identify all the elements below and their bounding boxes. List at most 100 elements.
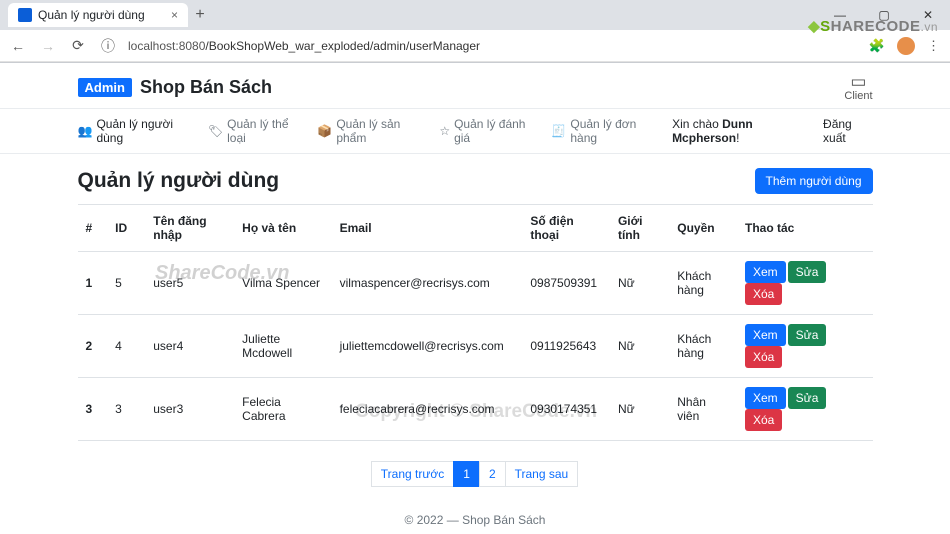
- url-host: localhost:8080: [128, 39, 205, 53]
- cell-gender: Nữ: [610, 315, 669, 378]
- delete-button[interactable]: Xóa: [745, 283, 782, 305]
- cell-name: Juliette Mcdowell: [234, 315, 331, 378]
- delete-button[interactable]: Xóa: [745, 346, 782, 368]
- brand: Admin Shop Bán Sách: [78, 77, 272, 98]
- view-button[interactable]: Xem: [745, 261, 786, 283]
- cell-email: vilmaspencer@recrisys.com: [332, 252, 523, 315]
- minimize-button[interactable]: —: [818, 0, 862, 30]
- table-row: 15user5Vilma Spencervilmaspencer@recrisy…: [78, 252, 873, 315]
- view-button[interactable]: Xem: [745, 387, 786, 409]
- edit-button[interactable]: Sửa: [788, 261, 827, 283]
- nav-icon: ☆: [439, 124, 450, 138]
- col-header: Quyền: [669, 205, 737, 252]
- cell-phone: 0911925643: [522, 315, 610, 378]
- edit-button[interactable]: Sửa: [788, 324, 827, 346]
- cell-phone: 0987509391: [522, 252, 610, 315]
- window-icon: ▭: [844, 73, 872, 90]
- maximize-button[interactable]: ▢: [862, 0, 906, 30]
- client-link[interactable]: ▭ Client: [844, 73, 872, 102]
- profile-avatar-icon[interactable]: [897, 37, 915, 55]
- browser-menu-icon[interactable]: ⋮: [927, 38, 940, 54]
- page-next[interactable]: Trang sau: [505, 461, 579, 487]
- cell-name: Vilma Spencer: [234, 252, 331, 315]
- nav-icon: 👥: [78, 124, 93, 138]
- cell-gender: Nữ: [610, 378, 669, 441]
- view-button[interactable]: Xem: [745, 324, 786, 346]
- nav-icon: 🏷: [208, 124, 223, 138]
- back-button[interactable]: ←: [8, 38, 28, 54]
- col-header: ID: [107, 205, 145, 252]
- nav-item-1[interactable]: 🏷 Quản lý thể loại: [208, 117, 301, 145]
- cell-role: Nhân viên: [669, 378, 737, 441]
- cell-idx: 3: [78, 378, 108, 441]
- pagination: Trang trước 1 2 Trang sau: [0, 449, 950, 499]
- new-tab-button[interactable]: +: [188, 3, 212, 27]
- nav-label: Quản lý thể loại: [227, 117, 301, 145]
- page-1[interactable]: 1: [453, 461, 480, 487]
- page-content: Admin Shop Bán Sách ▭ Client 👥Quản lý ng…: [0, 63, 950, 534]
- cell-role: Khách hàng: [669, 252, 737, 315]
- cell-id: 3: [107, 378, 145, 441]
- nav-label: Quản lý sản phẩm: [336, 117, 423, 145]
- users-table: #IDTên đăng nhậpHọ và tênEmailSố điện th…: [78, 204, 873, 441]
- admin-badge: Admin: [78, 78, 132, 97]
- close-window-button[interactable]: ✕: [906, 0, 950, 30]
- cell-idx: 1: [78, 252, 108, 315]
- extension-icon[interactable]: 🧩: [869, 38, 885, 54]
- cell-email: juliettemcdowell@recrisys.com: [332, 315, 523, 378]
- page-title: Quản lý người dùng: [78, 169, 280, 193]
- cell-id: 5: [107, 252, 145, 315]
- cell-user: user5: [145, 252, 234, 315]
- cell-actions: XemSửa Xóa: [737, 315, 873, 378]
- nav-item-2[interactable]: 📦Quản lý sản phẩm: [317, 117, 423, 145]
- window-controls: — ▢ ✕: [818, 0, 950, 30]
- page-2[interactable]: 2: [479, 461, 506, 487]
- table-row: 24user4Juliette Mcdowelljuliettemcdowell…: [78, 315, 873, 378]
- cell-user: user3: [145, 378, 234, 441]
- cell-id: 4: [107, 315, 145, 378]
- address-bar[interactable]: localhost:8080/BookShopWeb_war_exploded/…: [128, 39, 480, 53]
- nav-label: Quản lý đơn hàng: [570, 117, 656, 145]
- table-row: 33user3Felecia Cabrerafeleciacabrera@rec…: [78, 378, 873, 441]
- col-header: Giới tính: [610, 205, 669, 252]
- cell-phone: 0930174351: [522, 378, 610, 441]
- logout-link[interactable]: Đăng xuất: [823, 117, 872, 145]
- col-header: #: [78, 205, 108, 252]
- page-prev[interactable]: Trang trước: [371, 461, 454, 487]
- col-header: Họ và tên: [234, 205, 331, 252]
- nav-item-0[interactable]: 👥Quản lý người dùng: [78, 117, 192, 145]
- cell-email: feleciacabrera@recrisys.com: [332, 378, 523, 441]
- reload-button[interactable]: ⟳: [68, 37, 88, 54]
- col-header: Tên đăng nhập: [145, 205, 234, 252]
- browser-chrome: Quản lý người dùng × + — ▢ ✕ ← → ⟳ ⓘ loc…: [0, 0, 950, 63]
- nav-label: Quản lý đánh giá: [454, 117, 535, 145]
- col-header: Email: [332, 205, 523, 252]
- client-label: Client: [844, 90, 872, 102]
- edit-button[interactable]: Sửa: [788, 387, 827, 409]
- cell-role: Khách hàng: [669, 315, 737, 378]
- nav-label: Quản lý người dùng: [96, 117, 191, 145]
- greeting: Xin chào Dunn Mcpherson!: [672, 117, 809, 145]
- cell-idx: 2: [78, 315, 108, 378]
- tab-title: Quản lý người dùng: [38, 8, 145, 22]
- cell-actions: XemSửa Xóa: [737, 378, 873, 441]
- forward-button[interactable]: →: [38, 38, 58, 54]
- footer: © 2022 — Shop Bán Sách: [0, 499, 950, 534]
- nav-item-4[interactable]: 🧾 Quản lý đơn hàng: [551, 117, 656, 145]
- brand-name: Shop Bán Sách: [140, 77, 272, 98]
- favicon-icon: [18, 8, 32, 22]
- cell-name: Felecia Cabrera: [234, 378, 331, 441]
- nav-icon: 🧾: [551, 124, 566, 138]
- cell-actions: XemSửa Xóa: [737, 252, 873, 315]
- cell-gender: Nữ: [610, 252, 669, 315]
- tab-close-icon[interactable]: ×: [171, 8, 178, 22]
- url-path: /BookShopWeb_war_exploded/admin/userMana…: [205, 39, 480, 53]
- col-header: Số điện thoại: [522, 205, 610, 252]
- nav-item-3[interactable]: ☆ Quản lý đánh giá: [439, 117, 535, 145]
- site-info-icon[interactable]: ⓘ: [98, 36, 118, 56]
- delete-button[interactable]: Xóa: [745, 409, 782, 431]
- col-header: Thao tác: [737, 205, 873, 252]
- add-user-button[interactable]: Thêm người dùng: [755, 168, 873, 194]
- browser-tab[interactable]: Quản lý người dùng ×: [8, 3, 188, 27]
- cell-user: user4: [145, 315, 234, 378]
